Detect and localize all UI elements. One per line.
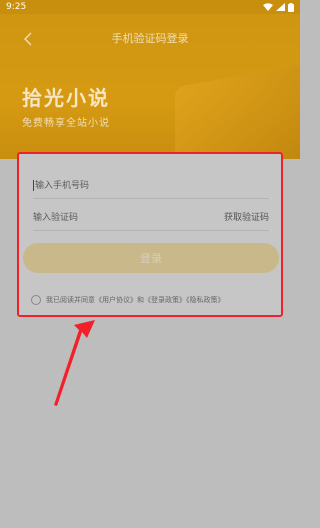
code-field[interactable]: 输入验证码 获取验证码: [33, 202, 269, 231]
text-caret: [33, 179, 34, 191]
agreement-row: 我已阅读并同意《用户协议》和《登录政策》《隐私政策》: [31, 293, 271, 307]
phone-input[interactable]: 输入手机号码: [33, 178, 89, 191]
wifi-icon: [263, 3, 273, 11]
battery-icon: [288, 2, 294, 12]
agreement-text[interactable]: 我已阅读并同意《用户协议》和《登录政策》《隐私政策》: [46, 295, 225, 305]
login-button[interactable]: 登录: [23, 243, 279, 273]
signal-icon: [276, 3, 285, 11]
header-banner: 手机验证码登录 拾光小说 免费畅享全站小说: [0, 14, 300, 159]
brand-title: 拾光小说: [22, 86, 110, 110]
banner-decoration: [175, 60, 300, 159]
page-title: 手机验证码登录: [111, 32, 189, 45]
phone-placeholder: 输入手机号码: [35, 180, 90, 191]
brand-subtitle: 免费畅享全站小说: [22, 118, 110, 129]
status-time: 9:25: [6, 2, 27, 12]
status-icons: [263, 2, 294, 12]
nav-bar: 手机验证码登录: [0, 14, 300, 64]
login-form-card: 输入手机号码 输入验证码 获取验证码 登录 我已阅读并同意《用户协议》和《登录政…: [17, 152, 283, 317]
phone-field[interactable]: 输入手机号码: [33, 170, 269, 199]
code-input[interactable]: 输入验证码: [33, 210, 78, 223]
annotation-arrow-icon: [54, 320, 95, 406]
status-bar: 9:25: [0, 0, 300, 14]
get-code-button[interactable]: 获取验证码: [224, 210, 269, 223]
home-indicator: [0, 518, 300, 528]
agreement-radio[interactable]: [31, 295, 41, 305]
